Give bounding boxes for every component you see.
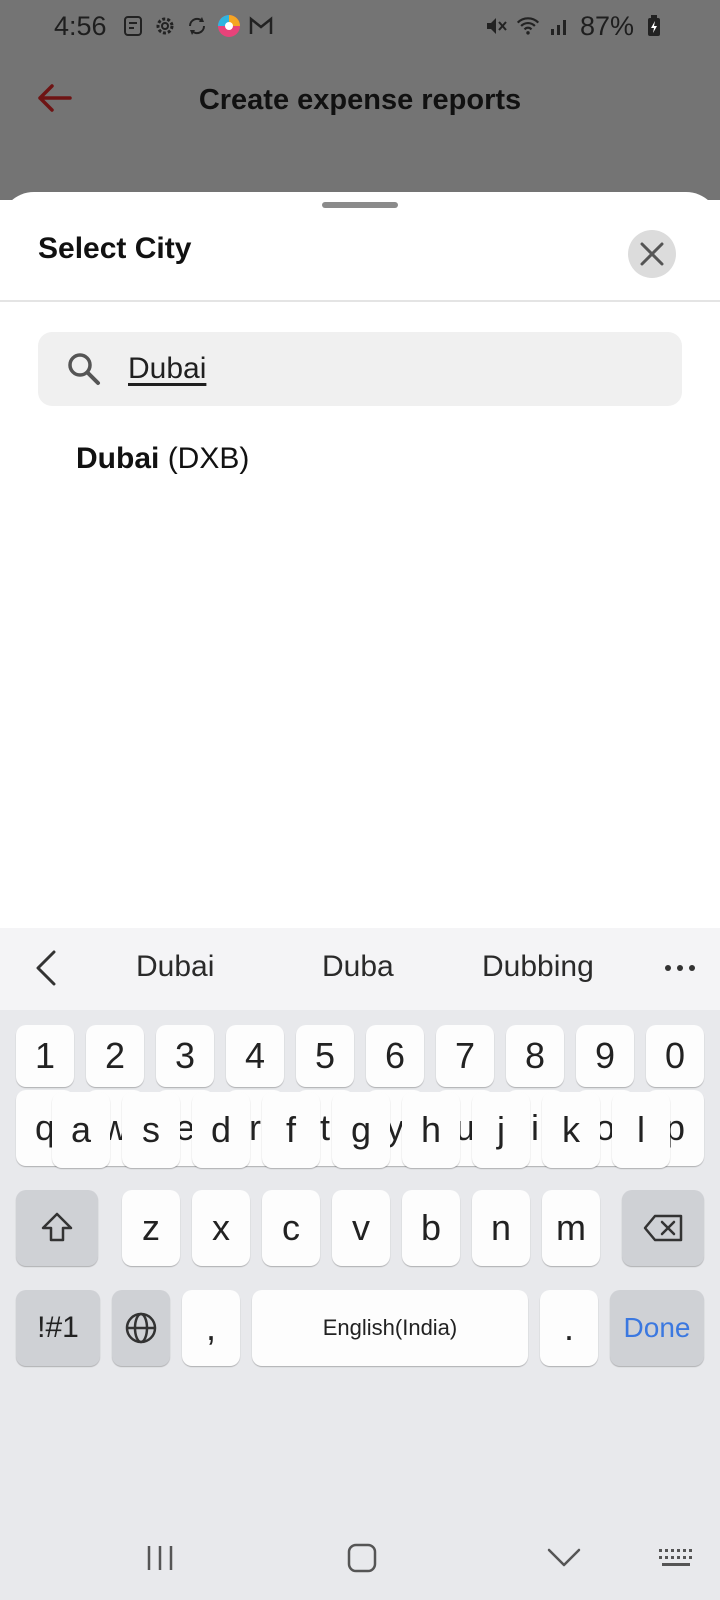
back-button[interactable] <box>32 76 76 120</box>
key-c[interactable]: c <box>262 1190 320 1266</box>
backspace-icon <box>643 1214 683 1242</box>
key-a[interactable]: a <box>52 1092 110 1168</box>
settings-icon <box>153 14 177 38</box>
key-5[interactable]: 5 <box>296 1025 354 1087</box>
city-result-item[interactable]: Dubai (DXB) <box>76 442 249 476</box>
page-title: Create expense reports <box>198 83 522 116</box>
language-key[interactable] <box>112 1290 170 1366</box>
key-3[interactable]: 3 <box>156 1025 214 1087</box>
sheet-title: Select City <box>38 232 192 265</box>
comma-key[interactable]: , <box>182 1290 240 1366</box>
key-b[interactable]: b <box>402 1190 460 1266</box>
city-code: (DXB) <box>167 442 250 475</box>
key-8[interactable]: 8 <box>506 1025 564 1087</box>
wifi-icon <box>516 14 540 38</box>
hide-keyboard-button[interactable] <box>542 1538 586 1578</box>
key-d[interactable]: d <box>192 1092 250 1168</box>
divider <box>0 300 720 302</box>
battery-percent: 87% <box>579 10 634 41</box>
key-s[interactable]: s <box>122 1092 180 1168</box>
gmail-icon <box>249 14 273 38</box>
chevron-down-icon <box>547 1548 581 1567</box>
key-k[interactable]: k <box>542 1092 600 1168</box>
sync-icon <box>185 14 209 38</box>
close-icon <box>640 242 664 266</box>
shift-key[interactable] <box>16 1190 98 1266</box>
keyboard-icon <box>659 1549 692 1566</box>
key-9[interactable]: 9 <box>576 1025 634 1087</box>
backspace-key[interactable] <box>622 1190 704 1266</box>
space-key[interactable]: English(India) <box>252 1290 528 1366</box>
key-7[interactable]: 7 <box>436 1025 494 1087</box>
key-h[interactable]: h <box>402 1092 460 1168</box>
key-0[interactable]: 0 <box>646 1025 704 1087</box>
signal-icon <box>548 14 572 38</box>
more-suggestions-button[interactable] <box>660 948 700 988</box>
suggestion-2[interactable]: Duba <box>322 950 394 984</box>
globe-icon <box>125 1312 157 1344</box>
home-icon <box>347 1543 377 1573</box>
battery-icon <box>642 14 666 38</box>
key-g[interactable]: g <box>332 1092 390 1168</box>
arrow-left-icon <box>38 84 72 112</box>
suggestion-bar: Dubai Duba Dubbing <box>0 928 720 1010</box>
app-header: Create expense reports <box>0 60 720 140</box>
city-name: Dubai <box>76 442 160 475</box>
suggestion-3[interactable]: Dubbing <box>482 950 594 984</box>
key-z[interactable]: z <box>122 1190 180 1266</box>
key-v[interactable]: v <box>332 1190 390 1266</box>
symbols-key[interactable]: !#1 <box>16 1290 100 1366</box>
key-4[interactable]: 4 <box>226 1025 284 1087</box>
home-button[interactable] <box>340 1538 384 1578</box>
status-icons-right: 87% <box>484 11 666 42</box>
on-screen-keyboard: Dubai Duba Dubbing !#1 , English(India) … <box>0 928 720 1600</box>
document-icon <box>121 14 145 38</box>
key-n[interactable]: n <box>472 1190 530 1266</box>
close-button[interactable] <box>628 230 676 278</box>
suggestion-back-button[interactable] <box>26 948 66 988</box>
search-value[interactable]: Dubai <box>128 352 206 386</box>
keyboard-switch-button[interactable] <box>654 1538 698 1578</box>
status-bar: 4:56 87% <box>0 0 720 52</box>
more-horizontal-icon <box>665 965 695 971</box>
key-2[interactable]: 2 <box>86 1025 144 1087</box>
status-time: 4:56 <box>54 10 107 41</box>
recent-apps-icon <box>147 1546 173 1570</box>
key-l[interactable]: l <box>612 1092 670 1168</box>
key-x[interactable]: x <box>192 1190 250 1266</box>
key-6[interactable]: 6 <box>366 1025 424 1087</box>
mute-icon <box>484 14 508 38</box>
drag-handle[interactable] <box>322 202 398 208</box>
system-nav-bar <box>0 1518 720 1600</box>
browser-icon <box>217 14 241 38</box>
suggestion-1[interactable]: Dubai <box>136 950 214 984</box>
select-city-sheet: Select City Dubai Dubai (DXB) <box>0 192 720 928</box>
chevron-left-icon <box>36 950 56 986</box>
done-key[interactable]: Done <box>610 1290 704 1366</box>
key-f[interactable]: f <box>262 1092 320 1168</box>
key-j[interactable]: j <box>472 1092 530 1168</box>
search-input[interactable]: Dubai <box>38 332 682 406</box>
key-m[interactable]: m <box>542 1190 600 1266</box>
recent-apps-button[interactable] <box>138 1538 182 1578</box>
shift-icon <box>41 1212 73 1242</box>
key-1[interactable]: 1 <box>16 1025 74 1087</box>
status-icons-left <box>121 14 273 38</box>
period-key[interactable]: . <box>540 1290 598 1366</box>
search-icon <box>64 349 104 389</box>
